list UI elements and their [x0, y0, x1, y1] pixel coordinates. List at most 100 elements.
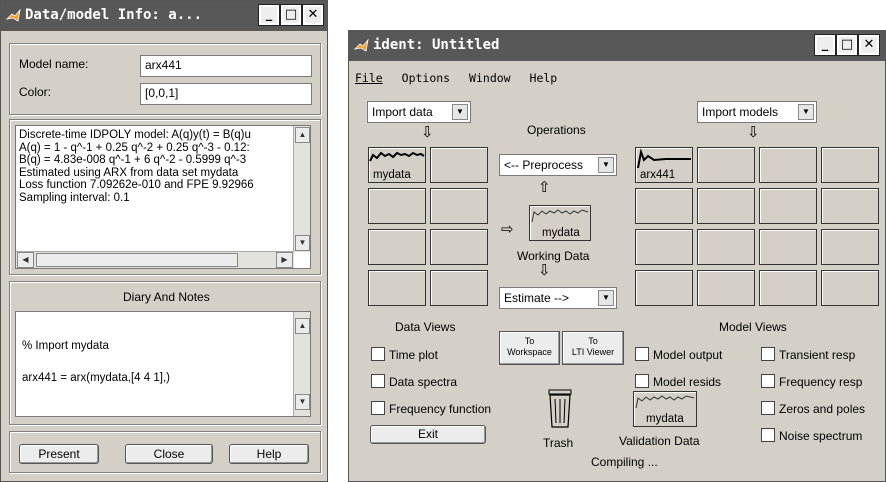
frequency-resp-checkbox[interactable]: Frequency resp: [761, 374, 862, 389]
data-slot-5[interactable]: [368, 229, 426, 265]
model-slot-1[interactable]: arx441: [635, 147, 693, 183]
close-button[interactable]: Close: [125, 444, 213, 464]
color-field[interactable]: [0,0,1]: [140, 83, 312, 105]
frequency-function-checkbox[interactable]: Frequency function: [371, 401, 491, 416]
data-slot-4[interactable]: [430, 188, 488, 224]
checkbox-box[interactable]: [635, 374, 649, 388]
model-slot-5[interactable]: [635, 188, 693, 224]
preprocess-select[interactable]: <-- Preprocess ▼: [499, 154, 617, 176]
exit-button[interactable]: Exit: [370, 425, 486, 444]
model-slot-12[interactable]: [821, 229, 879, 265]
close-icon[interactable]: ✕: [302, 4, 324, 26]
checkbox-box[interactable]: [371, 347, 385, 361]
data-slot-6[interactable]: [430, 229, 488, 265]
scroll-up-icon[interactable]: ▲: [295, 318, 310, 334]
ident-titlebar: ident: Untitled _ □ ✕: [349, 31, 885, 61]
diary-line: arx441 = arx(mydata,[4 4 1],): [22, 372, 170, 384]
time-plot-checkbox[interactable]: Time plot: [371, 347, 438, 362]
import-data-select[interactable]: Import data ▼: [367, 101, 471, 123]
maximize-icon[interactable]: □: [280, 4, 302, 26]
scroll-right-icon[interactable]: ▶: [276, 252, 293, 268]
checkbox-box[interactable]: [635, 347, 649, 361]
zeros-and-poles-checkbox[interactable]: Zeros and poles: [761, 401, 865, 416]
model-slot-16[interactable]: [821, 270, 879, 306]
checkbox-box[interactable]: [761, 401, 775, 415]
model-resids-checkbox[interactable]: Model resids: [635, 374, 721, 389]
menu-options[interactable]: Options: [402, 71, 450, 85]
to-lti-line2: LTI Viewer: [571, 347, 615, 357]
horizontal-scroll-thumb[interactable]: [36, 253, 238, 267]
model-slot-11[interactable]: [759, 229, 817, 265]
scroll-left-icon[interactable]: ◀: [17, 252, 34, 268]
model-slot-13[interactable]: [635, 270, 693, 306]
checkbox-label: Zeros and poles: [779, 402, 866, 416]
menu-help[interactable]: Help: [530, 71, 558, 85]
info-line: Sampling interval: 0.1: [19, 191, 130, 204]
to-workspace-button[interactable]: To Workspace: [499, 331, 560, 365]
working-data-slot[interactable]: mydata: [529, 205, 591, 241]
model-slot-15[interactable]: [759, 270, 817, 306]
scroll-down-icon[interactable]: ▼: [295, 394, 310, 410]
scroll-up-icon[interactable]: ▲: [295, 127, 310, 143]
model-slot-14[interactable]: [697, 270, 755, 306]
minimize-icon[interactable]: _: [814, 34, 836, 56]
info-horizontal-scrollbar[interactable]: ◀ ▶: [16, 251, 294, 268]
maximize-icon[interactable]: □: [836, 34, 858, 56]
model-slot-3[interactable]: [759, 147, 817, 183]
model-output-checkbox[interactable]: Model output: [635, 347, 722, 362]
model-name-field[interactable]: arx441: [140, 55, 312, 77]
checkbox-box[interactable]: [761, 347, 775, 361]
arrow-down-icon: ⇩: [747, 123, 760, 141]
data-slot-2[interactable]: [430, 147, 488, 183]
diary-title: Diary And Notes: [123, 290, 210, 304]
model-slot-8[interactable]: [821, 188, 879, 224]
close-icon[interactable]: ✕: [858, 34, 880, 56]
info-vertical-scrollbar[interactable]: ▲ ▼: [293, 126, 310, 252]
signal-icon: [531, 209, 589, 223]
model-slot-9[interactable]: [635, 229, 693, 265]
checkbox-box[interactable]: [761, 428, 775, 442]
checkbox-box[interactable]: [371, 374, 385, 388]
info-line: Estimated using ARX from data set mydata: [19, 166, 239, 179]
present-button[interactable]: Present: [19, 444, 99, 464]
validation-data-slot[interactable]: mydata: [633, 391, 697, 427]
minimize-icon[interactable]: _: [258, 4, 280, 26]
model-slot-4[interactable]: [821, 147, 879, 183]
model-slot-6[interactable]: [697, 188, 755, 224]
data-slot-3[interactable]: [368, 188, 426, 224]
noise-spectrum-checkbox[interactable]: Noise spectrum: [761, 428, 862, 443]
response-icon: [637, 148, 691, 169]
checkbox-label: Frequency resp: [779, 375, 863, 389]
trash-icon[interactable]: [545, 389, 575, 429]
model-slot-10[interactable]: [697, 229, 755, 265]
estimate-select[interactable]: Estimate --> ▼: [499, 287, 617, 309]
model-slot-7[interactable]: [759, 188, 817, 224]
data-spectra-checkbox[interactable]: Data spectra: [371, 374, 457, 389]
model-info-text[interactable]: Discrete-time IDPOLY model: A(q)y(t) = B…: [15, 125, 311, 269]
menu-file[interactable]: File: [355, 71, 383, 85]
checkbox-label: Time plot: [389, 348, 438, 362]
help-button[interactable]: Help: [229, 444, 309, 464]
to-lti-viewer-button[interactable]: To LTI Viewer: [562, 331, 624, 365]
diary-vertical-scrollbar[interactable]: ▲ ▼: [293, 312, 310, 416]
checkbox-box[interactable]: [761, 374, 775, 388]
transient-resp-checkbox[interactable]: Transient resp: [761, 347, 855, 362]
status-text: Compiling ...: [591, 455, 658, 469]
validation-data-label: Validation Data: [619, 434, 700, 448]
estimate-label: Estimate -->: [504, 291, 570, 305]
operations-label: Operations: [527, 123, 586, 137]
diary-text[interactable]: % Import mydata arx441 = arx(mydata,[4 4…: [15, 311, 311, 417]
data-slot-7[interactable]: [368, 270, 426, 306]
checkbox-label: Model output: [653, 348, 723, 362]
model-slot-2[interactable]: [697, 147, 755, 183]
import-models-select[interactable]: Import models ▼: [697, 101, 817, 123]
data-slot-1[interactable]: mydata: [368, 147, 426, 183]
scroll-down-icon[interactable]: ▼: [295, 235, 310, 251]
chevron-down-icon: ▼: [598, 290, 614, 306]
menu-window[interactable]: Window: [469, 71, 511, 85]
data-slot-name: mydata: [373, 169, 411, 181]
checkbox-label: Transient resp: [779, 348, 856, 362]
checkbox-box[interactable]: [371, 401, 385, 415]
info-window-title: Data/model Info: a...: [25, 7, 203, 23]
data-slot-8[interactable]: [430, 270, 488, 306]
